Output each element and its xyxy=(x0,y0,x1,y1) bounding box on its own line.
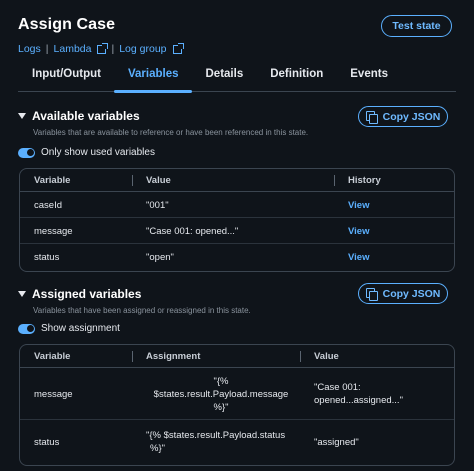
logs-link[interactable]: Logs xyxy=(18,43,41,55)
copy-json-label: Copy JSON xyxy=(382,287,441,300)
external-link-icon xyxy=(97,42,109,54)
variable-cell: status xyxy=(34,437,60,448)
assignment-line: "{% xyxy=(213,376,229,387)
available-variables-header[interactable]: Available variables xyxy=(18,109,140,123)
column-header: History xyxy=(348,175,381,186)
only-used-toggle-row[interactable]: Only show used variables xyxy=(18,147,155,158)
log-group-link[interactable]: Log group xyxy=(119,43,166,55)
assignment-line: $states.result.Payload.message xyxy=(153,389,289,400)
view-history-link[interactable]: View xyxy=(348,218,369,244)
section-description: Variables that are available to referenc… xyxy=(33,128,309,137)
table-row: message "Case 001: opened..." View xyxy=(20,218,454,244)
table-row: status "{% $states.result.Payload.status… xyxy=(20,420,454,465)
column-header: Value xyxy=(314,351,339,362)
assignment-line: %}" xyxy=(213,402,229,413)
copy-json-label: Copy JSON xyxy=(382,110,441,123)
caret-down-icon[interactable] xyxy=(18,113,26,119)
tab-input-output[interactable]: Input/Output xyxy=(18,64,114,92)
tab-definition[interactable]: Definition xyxy=(256,64,336,92)
value-cell: "assigned" xyxy=(314,437,359,448)
column-header: Value xyxy=(146,175,171,186)
column-divider xyxy=(300,351,301,362)
table-row: caseId "001" View xyxy=(20,192,454,218)
column-header: Variable xyxy=(34,175,71,186)
external-link-icon xyxy=(172,42,184,54)
value-cell: "Case 001: opened...assigned..." xyxy=(314,381,403,407)
variable-cell: message xyxy=(34,225,73,237)
resource-links: Logs | Lambda | Log group xyxy=(18,42,184,55)
table-header: Variable Value History xyxy=(20,169,454,192)
value-cell: "Case 001: opened..." xyxy=(146,225,239,237)
copy-json-button[interactable]: Copy JSON xyxy=(358,283,448,304)
assigned-variables-table: Variable Assignment Value message "{% $s… xyxy=(19,344,455,466)
page-title: Assign Case xyxy=(18,16,116,33)
value-cell: "001" xyxy=(146,199,169,211)
link-separator: | xyxy=(111,43,115,55)
toggle-switch[interactable] xyxy=(18,323,35,334)
copy-icon xyxy=(365,111,378,124)
view-history-link[interactable]: View xyxy=(348,192,369,218)
state-details-panel: Assign Case Logs | Lambda | Log group Te… xyxy=(0,0,474,471)
column-divider xyxy=(334,175,335,186)
column-header: Assignment xyxy=(146,351,201,362)
panel-header: Assign Case Logs | Lambda | Log group xyxy=(18,16,184,55)
section-title: Assigned variables xyxy=(32,287,142,301)
toggle-label: Only show used variables xyxy=(41,147,155,158)
assignment-cell: "{% $states.result.Payload.status %}" xyxy=(146,429,285,455)
variable-cell: message xyxy=(34,388,73,400)
column-header: Variable xyxy=(34,351,71,362)
test-state-button[interactable]: Test state xyxy=(381,15,452,37)
caret-down-icon[interactable] xyxy=(18,291,26,297)
value-cell: "open" xyxy=(146,251,174,263)
variable-cell: status xyxy=(34,251,60,263)
tab-variables[interactable]: Variables xyxy=(113,64,192,93)
section-title: Available variables xyxy=(32,109,140,123)
view-history-link[interactable]: View xyxy=(348,244,369,270)
table-header: Variable Assignment Value xyxy=(20,345,454,368)
assignment-line: "{% $states.result.Payload.status xyxy=(146,430,286,441)
assignment-cell: "{% $states.result.Payload.message %}" xyxy=(146,375,296,414)
copy-icon xyxy=(365,288,378,301)
table-row: message "{% $states.result.Payload.messa… xyxy=(20,368,454,420)
assignment-line: %}" xyxy=(150,443,165,454)
section-description: Variables that have been assigned or rea… xyxy=(33,306,251,315)
column-divider xyxy=(132,351,133,362)
toggle-switch[interactable] xyxy=(18,147,35,158)
column-divider xyxy=(132,175,133,186)
tab-bar: Input/Output Variables Details Definitio… xyxy=(18,64,456,93)
available-variables-table: Variable Value History caseId "001" View… xyxy=(19,168,455,272)
toggle-label: Show assignment xyxy=(41,323,120,334)
table-row: status "open" View xyxy=(20,244,454,270)
assigned-variables-header[interactable]: Assigned variables xyxy=(18,287,141,301)
copy-json-button[interactable]: Copy JSON xyxy=(358,106,448,127)
value-line: "Case 001: xyxy=(314,382,361,393)
value-line: opened...assigned..." xyxy=(314,395,403,406)
lambda-link[interactable]: Lambda xyxy=(54,43,92,55)
tab-details[interactable]: Details xyxy=(192,64,257,92)
variable-cell: caseId xyxy=(34,199,62,211)
tab-events[interactable]: Events xyxy=(336,64,401,92)
show-assignment-toggle-row[interactable]: Show assignment xyxy=(18,323,120,334)
link-separator: | xyxy=(45,43,49,55)
